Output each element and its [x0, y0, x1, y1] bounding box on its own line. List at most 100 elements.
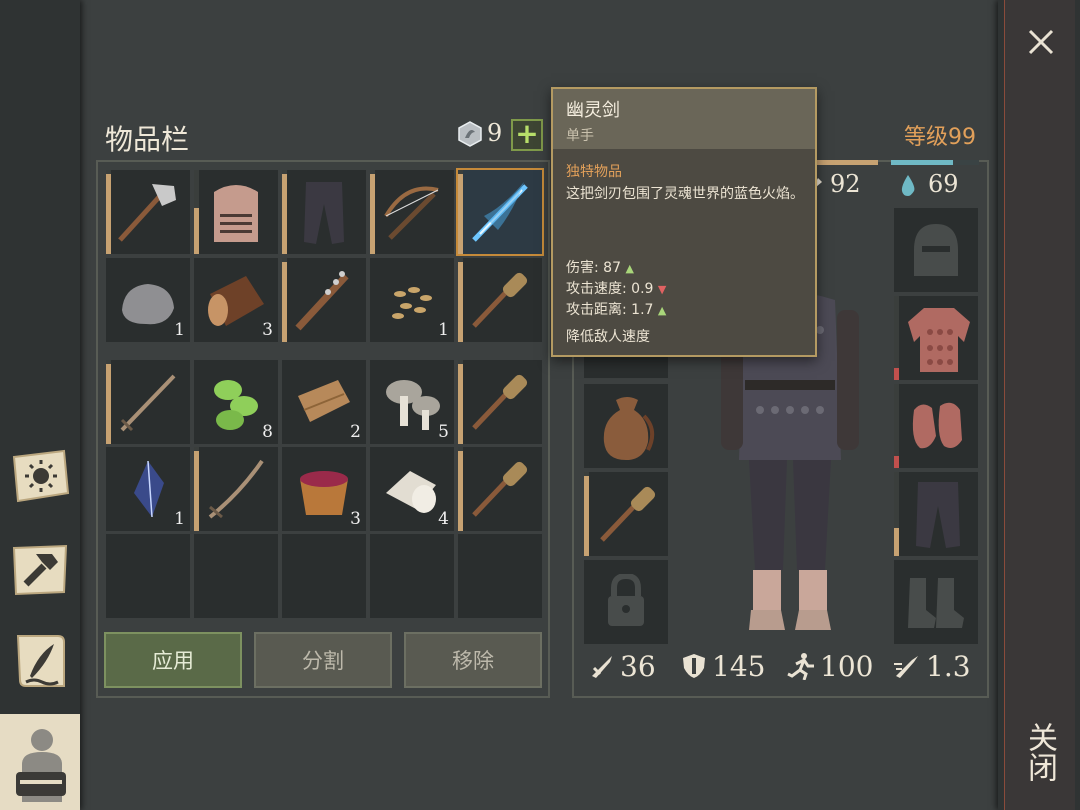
equip-slot-locked	[584, 560, 668, 644]
soul-coin-icon	[458, 121, 482, 147]
sidebar-quests-button[interactable]	[4, 620, 76, 700]
add-currency-button[interactable]: +	[511, 119, 543, 151]
quest-scroll-icon	[16, 635, 65, 687]
stat-up-arrow-icon: ▲	[625, 262, 634, 275]
curved-sword-icon	[208, 459, 264, 519]
equip-slot-chest[interactable]	[894, 296, 978, 380]
inventory-slot[interactable]	[194, 447, 278, 531]
inventory-slot[interactable]: 3	[282, 447, 366, 531]
wooden-club-icon	[472, 374, 528, 430]
inventory-slot[interactable]: 8	[194, 360, 278, 444]
pants-icon	[916, 482, 960, 548]
leather-bag-icon	[603, 397, 655, 460]
boots-placeholder-icon	[908, 578, 964, 628]
item-count: 2	[350, 422, 361, 442]
inventory-slot[interactable]	[458, 258, 542, 342]
item-count: 3	[262, 320, 273, 340]
inventory-slot[interactable]	[458, 360, 542, 444]
phantom-sword-icon	[472, 182, 528, 242]
inventory-slot[interactable]	[106, 360, 190, 444]
item-tooltip: 幽灵剑 单手 独特物品 这把剑刃包围了灵魂世界的蓝色火焰。 伤害: 87 ▲ 攻…	[551, 87, 817, 357]
stat-attack-speed-value: 1.3	[926, 649, 971, 683]
item-count: 1	[174, 509, 185, 529]
level-label: 等级99	[904, 125, 976, 150]
water-bar	[891, 160, 979, 165]
inventory-slot[interactable]: 1	[106, 258, 190, 342]
close-label[interactable]: 关闭	[1022, 722, 1061, 782]
inventory-slot[interactable]	[106, 170, 190, 254]
shield-icon	[683, 654, 705, 678]
helmet-placeholder-icon	[914, 224, 958, 276]
crossbow-icon	[384, 186, 439, 240]
apply-button[interactable]: 应用	[104, 632, 242, 688]
equip-slot-bag[interactable]	[584, 384, 668, 468]
item-count: 3	[350, 509, 361, 529]
stat-speed: 100	[786, 646, 873, 686]
equip-slot-hands[interactable]	[894, 384, 978, 468]
food-bar	[814, 160, 878, 165]
tooltip-damage: 伤害: 87 ▲	[566, 257, 634, 277]
food-value: 92	[830, 170, 861, 198]
tooltip-description: 这把剑刃包围了灵魂世界的蓝色火焰。	[566, 186, 804, 202]
equip-slot-head[interactable]	[894, 208, 978, 292]
inventory-slot[interactable]: 2	[282, 360, 366, 444]
tooltip-rarity: 独特物品	[566, 164, 622, 180]
equip-slot-weapon[interactable]	[584, 472, 668, 556]
sidebar-crafting-button[interactable]	[4, 530, 76, 610]
inventory-slot[interactable]	[458, 447, 542, 531]
currency-count: 9	[487, 119, 503, 147]
stat-up-arrow-icon: ▲	[657, 304, 667, 317]
stat-attack-value: 36	[620, 649, 656, 683]
inventory-slot[interactable]: 5	[370, 360, 454, 444]
inventory-slot[interactable]: 1	[106, 447, 190, 531]
spiked-club-icon	[295, 271, 349, 331]
lock-icon	[608, 574, 644, 626]
close-icon[interactable]	[1027, 28, 1055, 56]
stat-armor: 145	[680, 646, 765, 686]
equip-slot-feet[interactable]	[894, 560, 978, 644]
sword-damage-icon	[592, 656, 612, 678]
item-count: 4	[438, 509, 449, 529]
inventory-slot-empty[interactable]	[194, 534, 278, 618]
inventory-slot-empty[interactable]	[282, 534, 366, 618]
inventory-title: 物品栏	[105, 123, 190, 156]
tooltip-item-type: 单手	[566, 128, 594, 144]
wooden-club-icon	[472, 272, 528, 328]
tooltip-attack-speed: 攻击速度: 0.9 ▼	[566, 278, 666, 298]
sidebar-journal-button[interactable]	[4, 437, 76, 517]
split-button[interactable]: 分割	[254, 632, 392, 688]
equip-slot-legs[interactable]	[894, 472, 978, 556]
sidebar-character-button[interactable]	[0, 714, 80, 810]
inventory-slot-empty[interactable]	[370, 534, 454, 618]
inventory-slot[interactable]	[282, 170, 366, 254]
swift-sword-icon	[894, 656, 918, 678]
remove-button[interactable]: 移除	[404, 632, 542, 688]
tooltip-item-name: 幽灵剑	[566, 100, 620, 121]
inventory-slot[interactable]	[282, 258, 366, 342]
inventory-slot[interactable]: 1	[370, 258, 454, 342]
tooltip-damage-text: 伤害: 87	[566, 260, 621, 276]
inventory-slot[interactable]: 4	[370, 447, 454, 531]
inventory-slot[interactable]	[194, 170, 278, 254]
knight-helmet-icon	[214, 185, 258, 242]
stat-speed-value: 100	[820, 649, 874, 683]
inventory-slot[interactable]	[370, 170, 454, 254]
water-value: 69	[928, 170, 959, 198]
wooden-club-icon	[600, 486, 656, 542]
water-drop-icon	[901, 175, 915, 196]
close-panel[interactable]: 关闭	[1004, 0, 1075, 810]
inventory-slot[interactable]	[456, 168, 544, 256]
left-sidebar	[0, 0, 80, 810]
stat-attack-speed: 1.3	[892, 646, 971, 686]
tooltip-attack-range: 攻击距离: 1.7 ▲	[566, 299, 666, 319]
pants-icon	[304, 182, 344, 244]
running-man-icon	[787, 653, 814, 680]
inventory-slot-empty[interactable]	[106, 534, 190, 618]
inventory-slot[interactable]: 3	[194, 258, 278, 342]
tooltip-attack-range-text: 攻击距离: 1.7	[566, 302, 654, 318]
inventory-slot-empty[interactable]	[458, 534, 542, 618]
stat-armor-value: 145	[712, 649, 766, 683]
stone-hammer-icon	[118, 184, 176, 242]
item-count: 1	[438, 320, 449, 340]
tooltip-effect: 降低敌人速度	[566, 329, 650, 345]
